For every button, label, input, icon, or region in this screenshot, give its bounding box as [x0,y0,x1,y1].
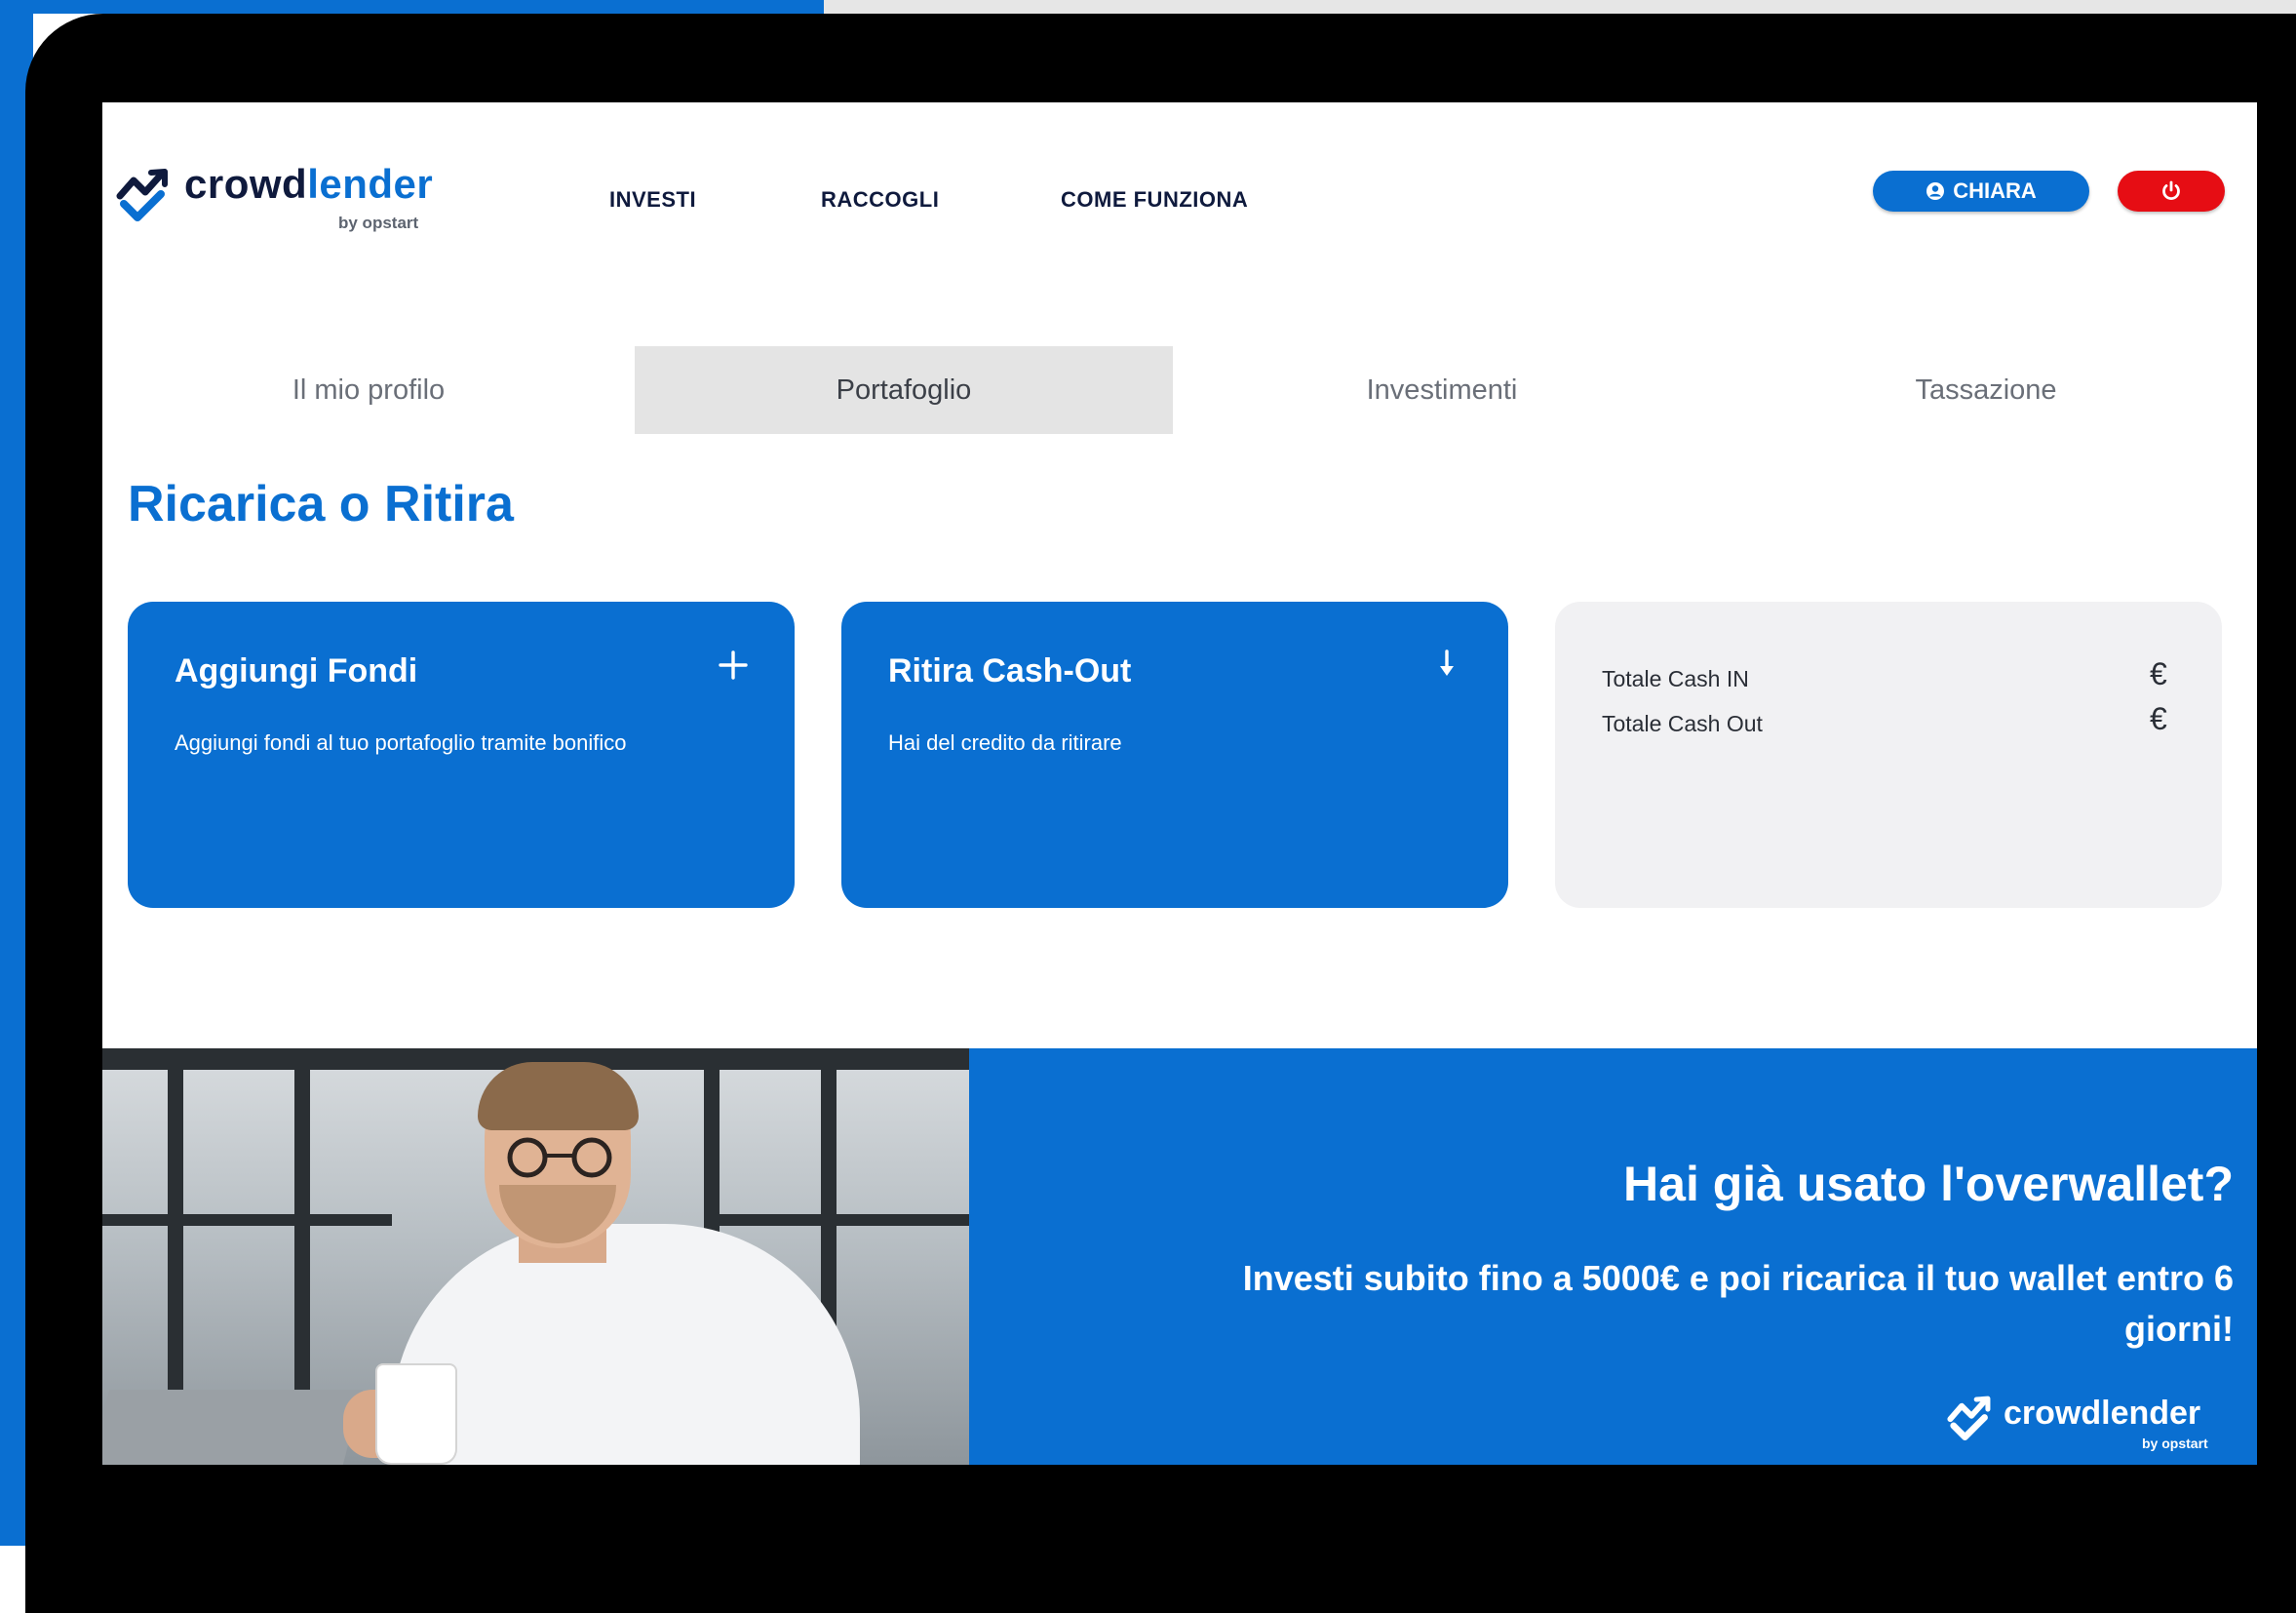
nav-investi[interactable]: INVESTI [609,187,696,213]
user-profile-button[interactable]: CHIARA [1873,171,2089,212]
cash-in-label: Totale Cash IN [1602,666,1749,691]
page-title: Ricarica o Ritira [128,476,514,532]
banner-heading: Hai già usato l'overwallet? [1623,1157,2234,1211]
cash-out-label: Totale Cash Out [1602,711,1763,736]
banner-logo-byline: by opstart [2142,1436,2208,1451]
banner-logo: crowdlender by opstart [1947,1395,2210,1455]
background-accent-top [0,0,824,14]
user-name: CHIARA [1953,178,2037,203]
overwallet-banner[interactable]: Hai già usato l'overwallet? Investi subi… [102,1048,2257,1465]
add-funds-card[interactable]: Aggiungi Fondi Aggiungi fondi al tuo por… [128,602,795,908]
nav-come-funziona[interactable]: COME FUNZIONA [1061,187,1248,213]
banner-photo [102,1048,969,1465]
cash-in-value: € [2150,656,2167,691]
cash-totals-card [1555,602,2222,908]
withdraw-card[interactable]: Ritira Cash-Out Hai del credito da ritir… [841,602,1508,908]
logo-byline: by opstart [338,214,419,232]
cash-out-value: € [2150,701,2167,736]
logo-wordmark: crowdlender [184,161,434,207]
banner-content: Hai già usato l'overwallet? Investi subi… [969,1048,2257,1465]
background-top-gray [824,0,2296,14]
nav-raccogli[interactable]: RACCOGLI [821,187,939,213]
tab-il-mio-profilo[interactable]: Il mio profilo [102,346,635,434]
tab-investimenti[interactable]: Investimenti [1173,346,1711,434]
crowdlender-logo[interactable]: crowdlender by opstart [116,161,433,239]
banner-text: Investi subito fino a 5000€ e poi ricari… [1242,1258,2234,1349]
banner-logo-icon [1947,1396,1991,1440]
arrow-down-icon [1440,649,1454,676]
user-icon [1926,182,1945,200]
app-screen: crowdlender by opstart INVESTI RACCOGLI … [102,102,2257,1465]
logout-button[interactable] [2118,171,2225,212]
add-funds-title: Aggiungi Fondi [175,652,418,689]
tab-tassazione[interactable]: Tassazione [1717,346,2255,434]
withdraw-title: Ritira Cash-Out [888,652,1132,689]
power-icon [2162,180,2180,200]
plus-icon [719,650,748,680]
logo-check-icon [116,169,168,221]
tab-portafoglio[interactable]: Portafoglio [635,346,1173,434]
banner-logo-wordmark: crowdlender [2004,1395,2201,1432]
add-funds-description: Aggiungi fondi al tuo portafoglio tramit… [175,730,627,755]
withdraw-description: Hai del credito da ritirare [888,730,1122,755]
